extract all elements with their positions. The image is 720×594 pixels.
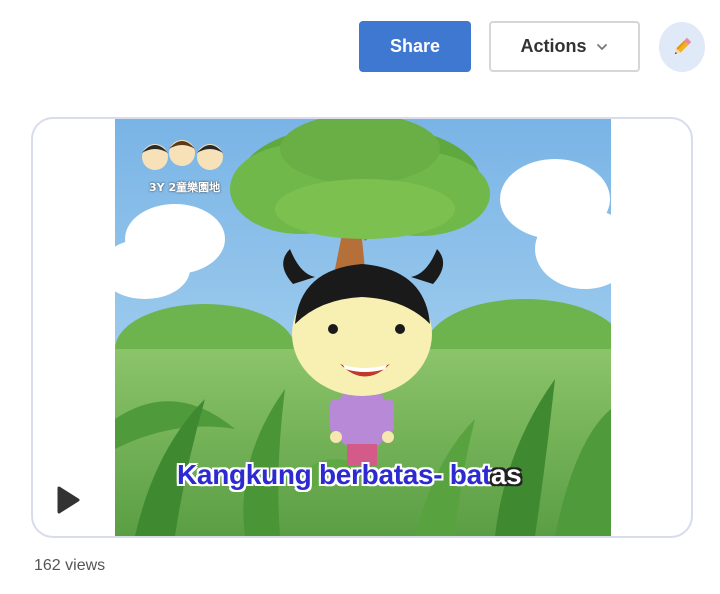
share-button[interactable]: Share: [359, 21, 471, 72]
channel-logo-text: 3Y 2童樂園地: [149, 181, 221, 194]
pencil-icon: [674, 37, 692, 55]
video-card[interactable]: 3Y 2童樂園地 Kangkung berbatas- batas: [31, 117, 693, 538]
play-button[interactable]: [53, 483, 83, 517]
view-count: 162 views: [34, 557, 106, 574]
play-icon: [57, 486, 80, 514]
edit-button[interactable]: [659, 22, 705, 72]
caption-highlighted: Kangkung berbatas- bat: [177, 459, 491, 490]
actions-dropdown-button[interactable]: Actions: [489, 21, 640, 72]
caption-remaining: as: [490, 459, 522, 490]
video-caption: Kangkung berbatas- batas: [177, 459, 557, 491]
chevron-down-icon: [596, 43, 607, 50]
actions-label: Actions: [520, 36, 587, 56]
video-frame[interactable]: 3Y 2童樂園地 Kangkung berbatas- batas: [115, 119, 611, 536]
